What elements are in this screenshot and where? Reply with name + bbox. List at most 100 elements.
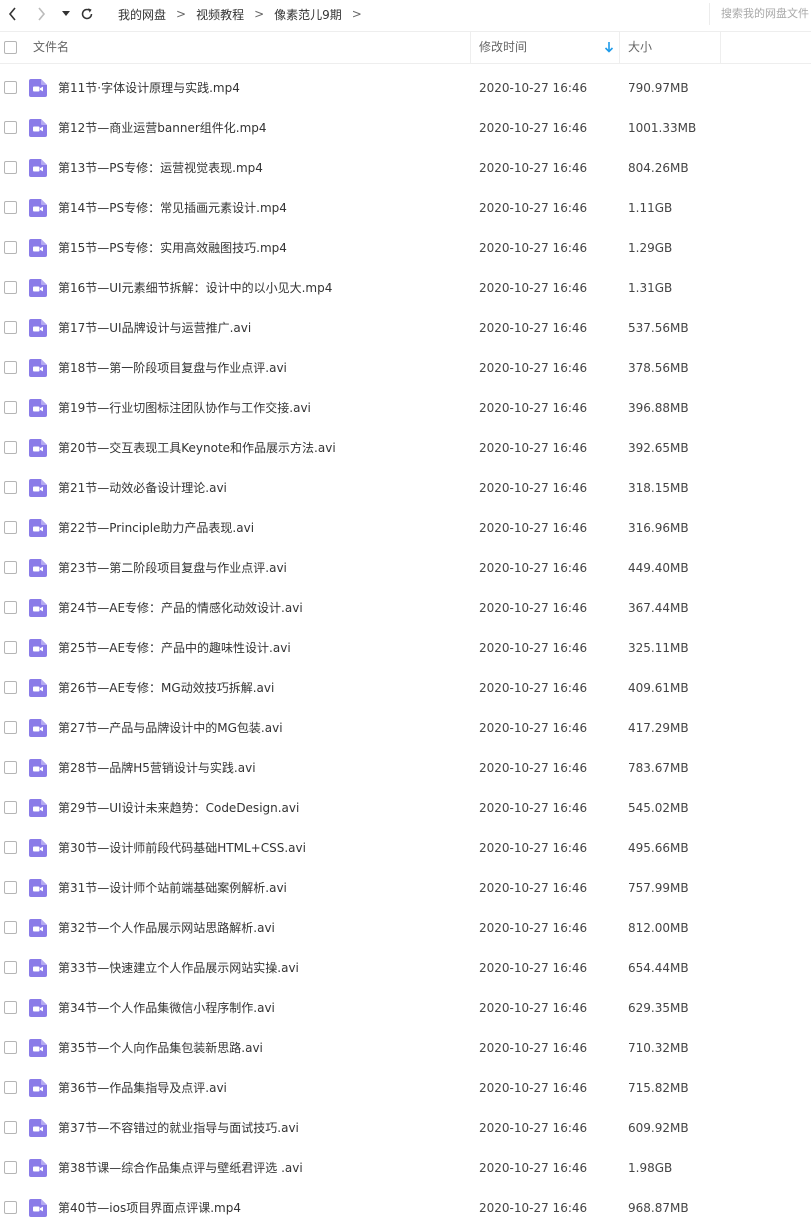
file-name[interactable]: 第40节—ios项目界面点评课.mp4 xyxy=(58,1188,241,1222)
file-name[interactable]: 第15节—PS专修：实用高效融图技巧.mp4 xyxy=(58,228,287,268)
row-checkbox[interactable] xyxy=(4,561,17,574)
row-checkbox[interactable] xyxy=(4,1161,17,1174)
file-name[interactable]: 第32节—个人作品展示网站思路解析.avi xyxy=(58,908,275,948)
row-checkbox[interactable] xyxy=(4,881,17,894)
row-checkbox[interactable] xyxy=(4,201,17,214)
row-checkbox[interactable] xyxy=(4,361,17,374)
refresh-button[interactable] xyxy=(78,0,96,28)
file-row[interactable]: 第24节—AE专修：产品的情感化动效设计.avi 2020-10-27 16:46… xyxy=(0,588,811,628)
sort-down-arrow-icon[interactable] xyxy=(604,41,614,53)
row-checkbox[interactable] xyxy=(4,681,17,694)
row-checkbox[interactable] xyxy=(4,121,17,134)
row-checkbox[interactable] xyxy=(4,841,17,854)
file-name[interactable]: 第31节—设计师个站前端基础案例解析.avi xyxy=(58,868,287,908)
file-row[interactable]: 第19节—行业切图标注团队协作与工作交接.avi 2020-10-27 16:46… xyxy=(0,388,811,428)
row-checkbox[interactable] xyxy=(4,281,17,294)
file-name[interactable]: 第17节—UI品牌设计与运营推广.avi xyxy=(58,308,251,348)
row-checkbox[interactable] xyxy=(4,641,17,654)
column-header-size[interactable]: 大小 xyxy=(628,32,652,63)
file-row[interactable]: 第27节—产品与品牌设计中的MG包装.avi 2020-10-27 16:46 41… xyxy=(0,708,811,748)
file-row[interactable]: 第30节—设计师前段代码基础HTML+CSS.avi 2020-10-27 16:… xyxy=(0,828,811,868)
file-row[interactable]: 第38节课—综合作品集点评与壁纸君评选 .avi 2020-10-27 16:46… xyxy=(0,1148,811,1188)
column-header-name[interactable]: 文件名 xyxy=(33,32,69,63)
breadcrumb-item-current-folder[interactable]: 像素范儿9期 xyxy=(264,6,352,23)
file-name[interactable]: 第21节—动效必备设计理论.avi xyxy=(58,468,227,508)
file-name[interactable]: 第27节—产品与品牌设计中的MG包装.avi xyxy=(58,708,283,748)
file-name[interactable]: 第19节—行业切图标注团队协作与工作交接.avi xyxy=(58,388,311,428)
file-name[interactable]: 第26节—AE专修：MG动效技巧拆解.avi xyxy=(58,668,274,708)
file-name[interactable]: 第35节—个人向作品集包装新思路.avi xyxy=(58,1028,263,1068)
file-name[interactable]: 第12节—商业运营banner组件化.mp4 xyxy=(58,108,267,148)
file-name[interactable]: 第20节—交互表现工具Keynote和作品展示方法.avi xyxy=(58,428,336,468)
file-row[interactable]: 第40节—ios项目界面点评课.mp4 2020-10-27 16:46 968.8… xyxy=(0,1188,811,1222)
row-checkbox[interactable] xyxy=(4,1081,17,1094)
file-row[interactable]: 第16节—UI元素细节拆解：设计中的以小见大.mp4 2020-10-27 16:… xyxy=(0,268,811,308)
file-name[interactable]: 第25节—AE专修：产品中的趣味性设计.avi xyxy=(58,628,291,668)
file-name[interactable]: 第14节—PS专修：常见插画元素设计.mp4 xyxy=(58,188,287,228)
row-checkbox[interactable] xyxy=(4,81,17,94)
history-dropdown-button[interactable] xyxy=(59,0,73,28)
file-row[interactable]: 第32节—个人作品展示网站思路解析.avi 2020-10-27 16:46 812… xyxy=(0,908,811,948)
breadcrumb-item-my-drive[interactable]: 我的网盘 xyxy=(108,6,176,23)
file-name[interactable]: 第30节—设计师前段代码基础HTML+CSS.avi xyxy=(58,828,306,868)
file-row[interactable]: 第36节—作品集指导及点评.avi 2020-10-27 16:46 715.82M… xyxy=(0,1068,811,1108)
file-name[interactable]: 第34节—个人作品集微信小程序制作.avi xyxy=(58,988,275,1028)
row-checkbox[interactable] xyxy=(4,441,17,454)
file-row[interactable]: 第37节—不容错过的就业指导与面试技巧.avi 2020-10-27 16:46 6… xyxy=(0,1108,811,1148)
file-row[interactable]: 第12节—商业运营banner组件化.mp4 2020-10-27 16:46 10… xyxy=(0,108,811,148)
select-all-checkbox[interactable] xyxy=(4,41,17,54)
file-name[interactable]: 第33节—快速建立个人作品展示网站实操.avi xyxy=(58,948,299,988)
file-name[interactable]: 第18节—第一阶段项目复盘与作业点评.avi xyxy=(58,348,287,388)
file-name[interactable]: 第37节—不容错过的就业指导与面试技巧.avi xyxy=(58,1108,299,1148)
row-checkbox[interactable] xyxy=(4,721,17,734)
row-checkbox[interactable] xyxy=(4,161,17,174)
file-row[interactable]: 第28节—品牌H5营销设计与实践.avi 2020-10-27 16:46 783.… xyxy=(0,748,811,788)
file-name[interactable]: 第24节—AE专修：产品的情感化动效设计.avi xyxy=(58,588,303,628)
row-checkbox[interactable] xyxy=(4,761,17,774)
file-row[interactable]: 第17节—UI品牌设计与运营推广.avi 2020-10-27 16:46 537.… xyxy=(0,308,811,348)
forward-button[interactable] xyxy=(32,0,50,28)
file-name[interactable]: 第22节—Principle助力产品表现.avi xyxy=(58,508,254,548)
file-row[interactable]: 第26节—AE专修：MG动效技巧拆解.avi 2020-10-27 16:46 40… xyxy=(0,668,811,708)
file-row[interactable]: 第11节·字体设计原理与实践.mp4 2020-10-27 16:46 790.97… xyxy=(0,68,811,108)
back-button[interactable] xyxy=(4,0,22,28)
file-row[interactable]: 第13节—PS专修：运营视觉表现.mp4 2020-10-27 16:46 804.… xyxy=(0,148,811,188)
file-row[interactable]: 第18节—第一阶段项目复盘与作业点评.avi 2020-10-27 16:46 37… xyxy=(0,348,811,388)
file-name[interactable]: 第36节—作品集指导及点评.avi xyxy=(58,1068,227,1108)
row-checkbox[interactable] xyxy=(4,1041,17,1054)
file-row[interactable]: 第33节—快速建立个人作品展示网站实操.avi 2020-10-27 16:46 6… xyxy=(0,948,811,988)
row-checkbox[interactable] xyxy=(4,241,17,254)
row-checkbox[interactable] xyxy=(4,401,17,414)
file-row[interactable]: 第29节—UI设计未来趋势：CodeDesign.avi 2020-10-27 1… xyxy=(0,788,811,828)
row-checkbox[interactable] xyxy=(4,521,17,534)
file-row[interactable]: 第35节—个人向作品集包装新思路.avi 2020-10-27 16:46 710.… xyxy=(0,1028,811,1068)
file-row[interactable]: 第34节—个人作品集微信小程序制作.avi 2020-10-27 16:46 629… xyxy=(0,988,811,1028)
search-input[interactable] xyxy=(709,3,811,25)
file-row[interactable]: 第23节—第二阶段项目复盘与作业点评.avi 2020-10-27 16:46 44… xyxy=(0,548,811,588)
file-name[interactable]: 第28节—品牌H5营销设计与实践.avi xyxy=(58,748,256,788)
file-name[interactable]: 第29节—UI设计未来趋势：CodeDesign.avi xyxy=(58,788,299,828)
file-name[interactable]: 第11节·字体设计原理与实践.mp4 xyxy=(58,68,240,108)
file-name[interactable]: 第16节—UI元素细节拆解：设计中的以小见大.mp4 xyxy=(58,268,332,308)
row-checkbox[interactable] xyxy=(4,921,17,934)
row-checkbox[interactable] xyxy=(4,1001,17,1014)
file-row[interactable]: 第14节—PS专修：常见插画元素设计.mp4 2020-10-27 16:46 1.… xyxy=(0,188,811,228)
file-row[interactable]: 第21节—动效必备设计理论.avi 2020-10-27 16:46 318.15M… xyxy=(0,468,811,508)
row-checkbox[interactable] xyxy=(4,601,17,614)
file-row[interactable]: 第20节—交互表现工具Keynote和作品展示方法.avi 2020-10-27 … xyxy=(0,428,811,468)
row-checkbox[interactable] xyxy=(4,1121,17,1134)
column-header-modified-time[interactable]: 修改时间 xyxy=(479,32,527,63)
file-name[interactable]: 第23节—第二阶段项目复盘与作业点评.avi xyxy=(58,548,287,588)
file-name[interactable]: 第38节课—综合作品集点评与壁纸君评选 .avi xyxy=(58,1148,303,1188)
file-row[interactable]: 第15节—PS专修：实用高效融图技巧.mp4 2020-10-27 16:46 1.… xyxy=(0,228,811,268)
row-checkbox[interactable] xyxy=(4,481,17,494)
row-checkbox[interactable] xyxy=(4,961,17,974)
file-row[interactable]: 第22节—Principle助力产品表现.avi 2020-10-27 16:46… xyxy=(0,508,811,548)
row-checkbox[interactable] xyxy=(4,321,17,334)
row-checkbox[interactable] xyxy=(4,1201,17,1214)
file-row[interactable]: 第25节—AE专修：产品中的趣味性设计.avi 2020-10-27 16:46 3… xyxy=(0,628,811,668)
row-checkbox[interactable] xyxy=(4,801,17,814)
breadcrumb-item-video-tutorials[interactable]: 视频教程 xyxy=(186,6,254,23)
file-row[interactable]: 第31节—设计师个站前端基础案例解析.avi 2020-10-27 16:46 75… xyxy=(0,868,811,908)
file-name[interactable]: 第13节—PS专修：运营视觉表现.mp4 xyxy=(58,148,263,188)
